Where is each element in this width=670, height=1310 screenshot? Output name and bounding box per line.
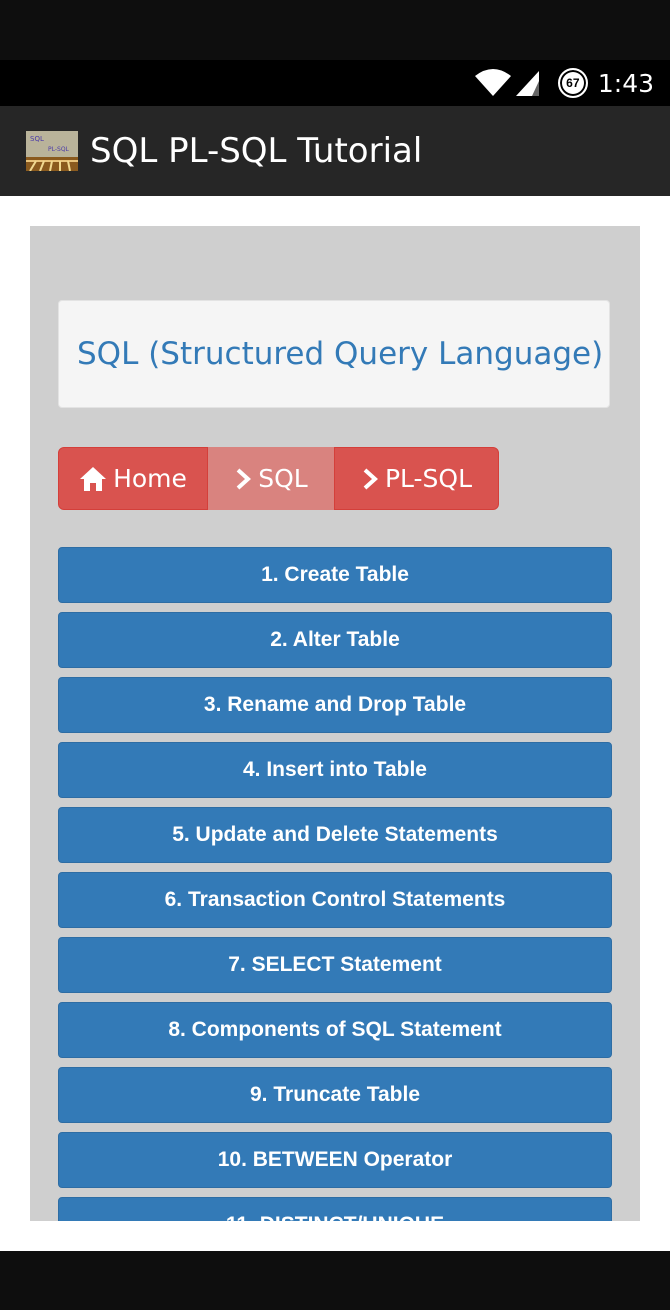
topic-button-alter-table[interactable]: 2. Alter Table: [58, 612, 612, 668]
topic-button-insert-into-table[interactable]: 4. Insert into Table: [58, 742, 612, 798]
topic-button-between-operator[interactable]: 10. BETWEEN Operator: [58, 1132, 612, 1188]
topic-list: 1. Create Table 2. Alter Table 3. Rename…: [58, 547, 612, 1221]
status-bar: 67 1:43: [0, 60, 670, 106]
topic-button-distinct-unique[interactable]: 11. DISTINCT/UNIQUE: [58, 1197, 612, 1221]
navigation-bar: [0, 1251, 670, 1310]
page-title: SQL (Structured Query Language): [77, 336, 604, 372]
plsql-button[interactable]: PL-SQL: [334, 447, 499, 510]
chevron-right-icon: [236, 468, 252, 489]
app-logo-text: SQL: [30, 135, 44, 143]
battery-icon: 67: [557, 68, 588, 98]
topic-button-transaction-control[interactable]: 6. Transaction Control Statements: [58, 872, 612, 928]
chevron-right-icon: [363, 468, 378, 489]
app-logo-subtext: PL-SQL: [48, 146, 70, 153]
topic-button-update-delete[interactable]: 5. Update and Delete Statements: [58, 807, 612, 863]
topic-button-create-table[interactable]: 1. Create Table: [58, 547, 612, 603]
web-content[interactable]: SQL (Structured Query Language) Home SQL…: [0, 196, 670, 1221]
clock: 1:43: [597, 68, 654, 98]
wifi-icon: [474, 68, 512, 98]
top-black-bar: [0, 0, 670, 60]
home-button[interactable]: Home: [58, 447, 208, 510]
plsql-label: PL-SQL: [384, 464, 473, 493]
app-title: SQL PL-SQL Tutorial: [90, 131, 423, 171]
sql-button[interactable]: SQL: [208, 447, 334, 510]
topic-button-select-statement[interactable]: 7. SELECT Statement: [58, 937, 612, 993]
app-logo-icon: SQL PL-SQL: [26, 131, 78, 172]
breadcrumb: Home SQL PL-SQL: [58, 447, 499, 510]
home-icon: [80, 466, 107, 491]
action-bar: SQL PL-SQL SQL PL-SQL Tutorial: [0, 106, 670, 196]
topic-button-rename-drop-table[interactable]: 3. Rename and Drop Table: [58, 677, 612, 733]
content-bottom-margin: [0, 1221, 670, 1251]
home-label: Home: [113, 464, 187, 493]
sql-label: SQL: [258, 464, 308, 493]
battery-level: 67: [557, 68, 588, 98]
page-heading-box: SQL (Structured Query Language): [58, 300, 610, 408]
topic-button-components-sql[interactable]: 8. Components of SQL Statement: [58, 1002, 612, 1058]
content-panel: SQL (Structured Query Language) Home SQL…: [30, 226, 640, 1221]
topic-button-truncate-table[interactable]: 9. Truncate Table: [58, 1067, 612, 1123]
cell-signal-icon: [514, 69, 540, 97]
